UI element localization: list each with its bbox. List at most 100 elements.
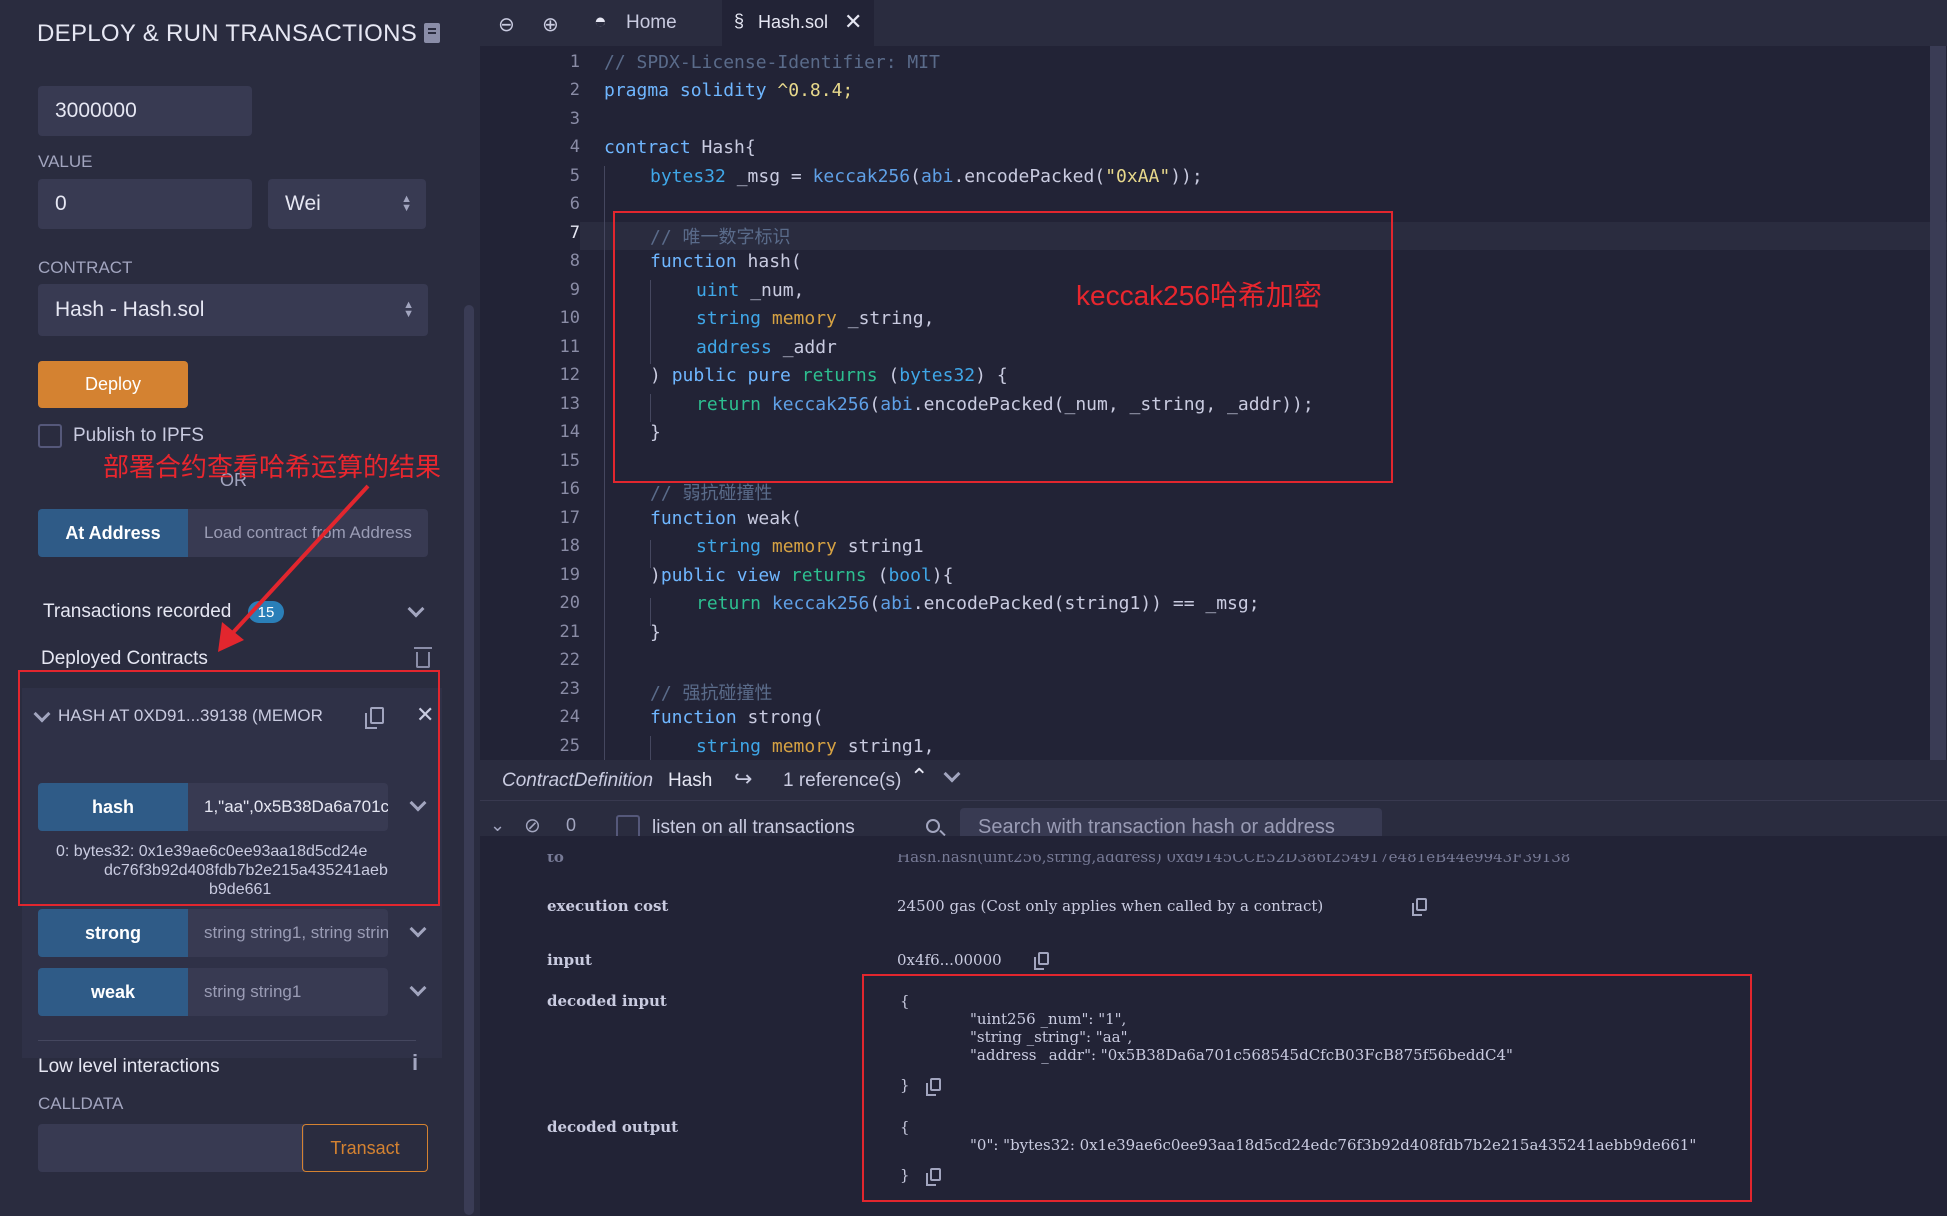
code-line: // 强抗碰撞性 bbox=[650, 683, 773, 704]
value-input[interactable]: 0 bbox=[38, 179, 252, 229]
documentation-icon[interactable] bbox=[424, 23, 440, 43]
function-weak-button[interactable]: weak bbox=[38, 968, 188, 1016]
tab-hash-sol[interactable]: § Hash.sol ✕ bbox=[722, 0, 874, 46]
select-arrows-icon: ▲ ▼ bbox=[401, 193, 412, 214]
remix-ide: DEPLOY & RUN TRANSACTIONS 3000000 VALUE … bbox=[0, 0, 1947, 1216]
annotation-result-box bbox=[18, 670, 440, 906]
decoded-input-key: decoded input bbox=[547, 992, 667, 1010]
line-number: 20 bbox=[559, 593, 580, 613]
chevron-down-icon[interactable] bbox=[407, 600, 425, 618]
code-line: bytes32 _msg = keccak256(abi.encodePacke… bbox=[650, 166, 1203, 187]
copy-icon[interactable] bbox=[1412, 898, 1427, 916]
unit-select[interactable]: Wei ▲ ▼ bbox=[268, 179, 426, 229]
code-line: )public view returns (bool){ bbox=[650, 565, 954, 586]
contract-label: CONTRACT bbox=[38, 258, 133, 277]
keccak-annotation: keccak256哈希加密 bbox=[1076, 280, 1322, 311]
copy-icon[interactable] bbox=[1034, 952, 1049, 970]
code-line: } bbox=[650, 622, 661, 643]
line-number: 13 bbox=[559, 394, 580, 414]
indent-guide bbox=[650, 736, 651, 760]
chevron-up-icon[interactable]: ⌃ bbox=[910, 764, 928, 790]
close-tab-icon[interactable]: ✕ bbox=[844, 9, 862, 35]
line-number: 10 bbox=[559, 308, 580, 328]
deployed-contracts-label: Deployed Contracts bbox=[41, 648, 208, 669]
editor-scrollbar[interactable] bbox=[1930, 46, 1946, 766]
line-number: 11 bbox=[559, 337, 580, 357]
code-line: function strong( bbox=[650, 707, 824, 728]
execution-cost-value: 24500 gas (Cost only applies when called… bbox=[897, 897, 1324, 915]
info-icon[interactable]: i bbox=[412, 1050, 418, 1076]
code-line: contract Hash{ bbox=[604, 137, 756, 158]
transact-button[interactable]: Transact bbox=[302, 1124, 428, 1172]
go-to-definition-icon[interactable]: ↪ bbox=[734, 766, 752, 792]
line-number: 7 bbox=[569, 223, 580, 243]
trash-icon[interactable] bbox=[414, 647, 432, 668]
deploy-button[interactable]: Deploy bbox=[38, 361, 188, 408]
line-number: 12 bbox=[559, 365, 580, 385]
indent-guide bbox=[650, 540, 651, 568]
line-number-gutter: 1 2 3 4 5 6 7 8 9 10 11 12 13 14 15 16 1… bbox=[480, 46, 580, 760]
line-number: 18 bbox=[559, 536, 580, 556]
low-level-interactions-label: Low level interactions bbox=[38, 1056, 220, 1077]
code-line: // SPDX-License-Identifier: MIT bbox=[604, 52, 940, 73]
deploy-annotation: 部署合约查看哈希运算的结果 bbox=[103, 452, 442, 482]
input-key: input bbox=[547, 951, 592, 969]
code-line: function weak( bbox=[650, 508, 802, 529]
unit-select-label: Wei bbox=[285, 192, 321, 215]
chevron-down-icon[interactable] bbox=[409, 920, 427, 938]
line-number: 6 bbox=[569, 194, 580, 214]
collapse-terminal-icon[interactable]: ⌄ bbox=[490, 815, 505, 836]
line-number: 19 bbox=[559, 565, 580, 585]
code-line: return keccak256(abi.encodePacked(string… bbox=[696, 593, 1260, 614]
code-line: pragma solidity ^0.8.4; bbox=[604, 80, 854, 101]
zoom-in-icon[interactable]: ⊕ bbox=[542, 12, 559, 37]
home-icon: ◓ bbox=[594, 10, 607, 33]
select-arrows-icon: ▲ ▼ bbox=[403, 299, 414, 320]
search-icon bbox=[926, 819, 940, 833]
at-address-button[interactable]: At Address bbox=[38, 509, 188, 557]
zoom-out-icon[interactable]: ⊖ bbox=[498, 12, 515, 37]
tab-file-label: Hash.sol bbox=[758, 12, 829, 32]
chevron-down-icon[interactable] bbox=[943, 765, 961, 783]
input-value: 0x4f6...00000 bbox=[897, 951, 1002, 969]
pending-count: 0 bbox=[566, 815, 577, 835]
line-number: 15 bbox=[559, 451, 580, 471]
line-number: 5 bbox=[569, 166, 580, 186]
function-weak-input[interactable]: string string1 bbox=[188, 968, 388, 1016]
publish-ipfs-checkbox[interactable] bbox=[38, 424, 62, 448]
line-number: 8 bbox=[569, 251, 580, 271]
panel-scrollbar[interactable] bbox=[464, 305, 474, 1215]
annotation-code-box bbox=[613, 211, 1393, 483]
calldata-input[interactable] bbox=[38, 1124, 304, 1172]
line-number: 24 bbox=[559, 707, 580, 727]
contract-select[interactable]: Hash - Hash.sol ▲ ▼ bbox=[38, 284, 428, 336]
line-number: 3 bbox=[569, 109, 580, 129]
value-label: VALUE bbox=[38, 152, 93, 171]
line-number: 1 bbox=[569, 52, 580, 72]
decoded-output-key: decoded output bbox=[547, 1118, 679, 1136]
gas-limit-input[interactable]: 3000000 bbox=[38, 86, 252, 136]
terminal-overflow-mask bbox=[480, 836, 1947, 854]
function-strong-input[interactable]: string string1, string string2 bbox=[188, 909, 388, 957]
annotation-decoded-box bbox=[862, 974, 1752, 1202]
line-number: 25 bbox=[559, 736, 580, 756]
publish-ipfs-label: Publish to IPFS bbox=[73, 425, 204, 446]
definition-name: Hash bbox=[668, 770, 713, 791]
line-number: 16 bbox=[559, 479, 580, 499]
line-number: 2 bbox=[569, 80, 580, 100]
execution-cost-key: execution cost bbox=[547, 897, 669, 915]
code-line: string memory string1, bbox=[696, 736, 935, 757]
reference-bar: ContractDefinition Hash ↪ 1 reference(s)… bbox=[480, 760, 1947, 800]
contract-select-label: Hash - Hash.sol bbox=[55, 298, 205, 321]
line-number: 17 bbox=[559, 508, 580, 528]
clear-console-icon[interactable]: ⊘ bbox=[524, 813, 541, 838]
tab-home[interactable]: Home bbox=[626, 12, 677, 34]
line-number: 23 bbox=[559, 679, 580, 699]
solidity-file-icon: § bbox=[734, 11, 745, 31]
line-number: 14 bbox=[559, 422, 580, 442]
chevron-down-icon[interactable] bbox=[409, 979, 427, 997]
line-number: 22 bbox=[559, 650, 580, 670]
calldata-label: CALLDATA bbox=[38, 1094, 124, 1113]
references-count: 1 reference(s) bbox=[783, 770, 902, 791]
function-strong-button[interactable]: strong bbox=[38, 909, 188, 957]
